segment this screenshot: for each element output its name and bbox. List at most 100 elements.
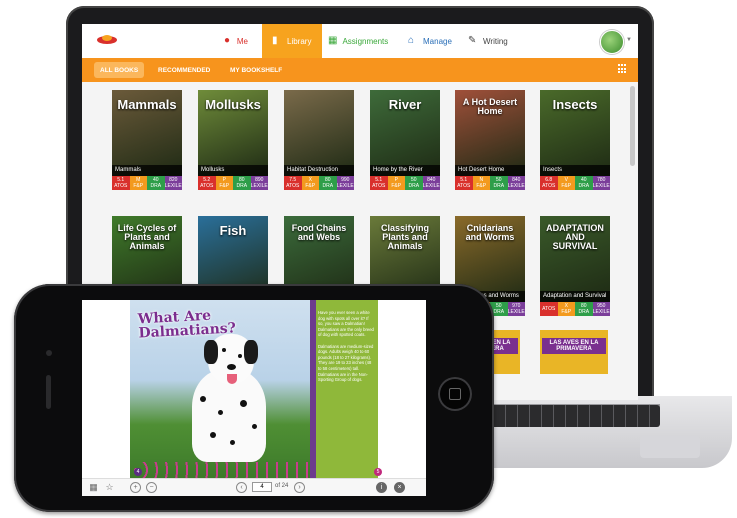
level-label: DRA	[236, 183, 248, 189]
book-title: ADAPTATION AND SURVIVAL	[546, 223, 604, 251]
next-page-icon[interactable]: ›	[294, 482, 305, 493]
tab-label: Me	[236, 36, 248, 46]
home-button[interactable]	[438, 377, 472, 411]
scrollbar[interactable]	[630, 86, 635, 166]
book-title: Cnidarians and Worms	[465, 223, 515, 242]
level-label: ATOS	[372, 183, 386, 189]
level-label: ATOS	[114, 183, 128, 189]
reader-page-left: What Are Dalmatians?	[130, 300, 310, 478]
level-label: DRA	[578, 183, 590, 189]
reading-levels: 5.2 ATOS P F&P 80 DRA 890 LEXILE	[198, 176, 268, 190]
level-atos: 5.2 ATOS	[198, 176, 216, 190]
book-card[interactable]: ADAPTATION AND SURVIVAL Adaptation and Su…	[540, 216, 610, 316]
close-icon[interactable]: ×	[394, 482, 405, 493]
laptop-keyboard	[470, 405, 660, 427]
level-dra: 50 DRA	[490, 176, 508, 190]
book-card[interactable]: Insects Insects 6.8 ATOS V F&P 40 DRA 780 LEXILE	[540, 90, 610, 190]
page-number-input[interactable]	[252, 482, 272, 492]
person-icon: ●	[224, 35, 231, 46]
book-caption: Insects	[540, 165, 610, 176]
book-title: LAS AVES EN LA PRIMAVERA	[542, 338, 606, 354]
zoom-in-icon[interactable]: +	[130, 482, 141, 493]
reading-levels: 5.1 ATOS M F&P 40 DRA 820 LEXILE	[112, 176, 182, 190]
book-card[interactable]: Mammals Mammals 5.1 ATOS M F&P 40 DRA 820 LEXILE	[112, 90, 182, 190]
level-atos: 5.1 ATOS	[455, 176, 473, 190]
level-label: DRA	[408, 183, 420, 189]
book-card[interactable]: A Hot Desert Home Hot Desert Home 5.1 ATOS N…	[455, 90, 525, 190]
level-atos: 5.1 ATOS	[370, 176, 388, 190]
book-caption: Habitat Destruction	[284, 165, 354, 176]
tab-me[interactable]: ● Me	[214, 24, 258, 58]
level-atos: 5.1 ATOS	[112, 176, 130, 190]
grid-view-icon[interactable]	[618, 64, 628, 74]
level-dra: 80 DRA	[319, 176, 337, 190]
level-dra: 80 DRA	[233, 176, 251, 190]
reading-levels: 6.8 ATOS V F&P 40 DRA 780 LEXILE	[540, 176, 610, 190]
chevron-down-icon[interactable]: ▼	[626, 37, 632, 43]
reader-toolbar: ▦ ☆ + − ‹ of 24 › i ×	[82, 478, 426, 496]
level-lexile: 840 LEXILE	[507, 176, 525, 190]
book-cover: Mammals Mammals	[112, 90, 182, 176]
level-label: LEXILE	[250, 183, 268, 189]
level-label: ATOS	[457, 183, 471, 189]
book-cover: A Hot Desert Home Hot Desert Home	[455, 90, 525, 176]
level-label: LEXILE	[592, 183, 610, 189]
laptop-trackpad	[640, 436, 700, 458]
filter-bar: ALL BOOKS RECOMMENDED MY BOOKSHELF	[82, 58, 638, 82]
book-title: A Hot Desert Home	[462, 97, 518, 116]
level-label: DRA	[493, 309, 505, 315]
level-label: ATOS	[200, 183, 214, 189]
level-fp: X F&P	[301, 176, 319, 190]
book-icon: ▮	[272, 35, 278, 46]
top-nav: ● Me ▮ Library ▦ Assignments ⌂ Manage ✎ Writing ▼	[82, 24, 638, 59]
tab-assignments[interactable]: ▦ Assignments	[318, 24, 398, 58]
tab-manage[interactable]: ⌂ Manage	[398, 24, 464, 58]
logo-icon	[97, 35, 117, 44]
page-count: of 24	[275, 483, 289, 489]
clipboard-icon: ▦	[328, 35, 338, 46]
book-card[interactable]: Mollusks Mollusks 5.2 ATOS P F&P 80 DRA 890 LEXIL…	[198, 90, 268, 190]
reading-levels: ATOS X F&P 80 DRA 950 LEXILE	[540, 302, 610, 316]
reading-levels: 5.1 ATOS N F&P 50 DRA 840 LEXILE	[455, 176, 525, 190]
zoom-out-icon[interactable]: −	[146, 482, 157, 493]
tab-label: Library	[287, 36, 312, 46]
level-label: ATOS	[542, 183, 556, 189]
tab-writing[interactable]: ✎ Writing	[458, 24, 518, 58]
tab-library[interactable]: ▮ Library	[262, 24, 322, 58]
book-title: River	[388, 97, 422, 112]
level-label: F&P	[133, 183, 144, 189]
filter-all-books[interactable]: ALL BOOKS	[94, 62, 145, 78]
level-atos: ATOS	[540, 302, 558, 316]
level-label: DRA	[578, 309, 590, 315]
page-number-right: 5	[374, 468, 382, 476]
page-title: What Are Dalmatians?	[137, 307, 237, 342]
level-label: LEXILE	[507, 309, 525, 315]
book-caption: Adaptation and Survival	[540, 291, 610, 302]
level-label: LEXILE	[507, 183, 525, 189]
level-label: F&P	[391, 183, 402, 189]
level-dra: 40 DRA	[147, 176, 165, 190]
star-icon[interactable]: ☆	[104, 482, 115, 493]
tab-label: Manage	[423, 36, 452, 46]
book-card[interactable]: River Home by the River 5.1 ATOS P F&P 50 DRA 84…	[370, 90, 440, 190]
book-cover[interactable]: LAS AVES EN LA PRIMAVERA	[540, 330, 608, 374]
level-lexile: 970 LEXILE	[507, 302, 525, 316]
grid-view-icon[interactable]: ▦	[88, 482, 99, 493]
level-label: LEXILE	[422, 183, 440, 189]
book-cover: ADAPTATION AND SURVIVAL Adaptation and Su…	[540, 216, 610, 302]
level-lexile: 890 LEXILE	[250, 176, 268, 190]
pencil-icon: ✎	[468, 35, 477, 46]
level-label: F&P	[561, 183, 572, 189]
book-card[interactable]: Habitat Destruction 7.5 ATOS X F&P 80 DRA 990 LE…	[284, 90, 354, 190]
level-lexile: 820 LEXILE	[164, 176, 182, 190]
avatar[interactable]	[600, 30, 624, 54]
level-atos: 6.8 ATOS	[540, 176, 558, 190]
filter-my-bookshelf[interactable]: MY BOOKSHELF	[224, 62, 288, 78]
level-dra: 40 DRA	[575, 176, 593, 190]
filter-recommended[interactable]: RECOMMENDED	[152, 62, 216, 78]
info-icon[interactable]: i	[376, 482, 387, 493]
page-body-text: Have you ever seen a white dog with spot…	[318, 310, 374, 383]
level-atos: 7.5 ATOS	[284, 176, 302, 190]
prev-page-icon[interactable]: ‹	[236, 482, 247, 493]
phone-camera	[46, 350, 52, 356]
